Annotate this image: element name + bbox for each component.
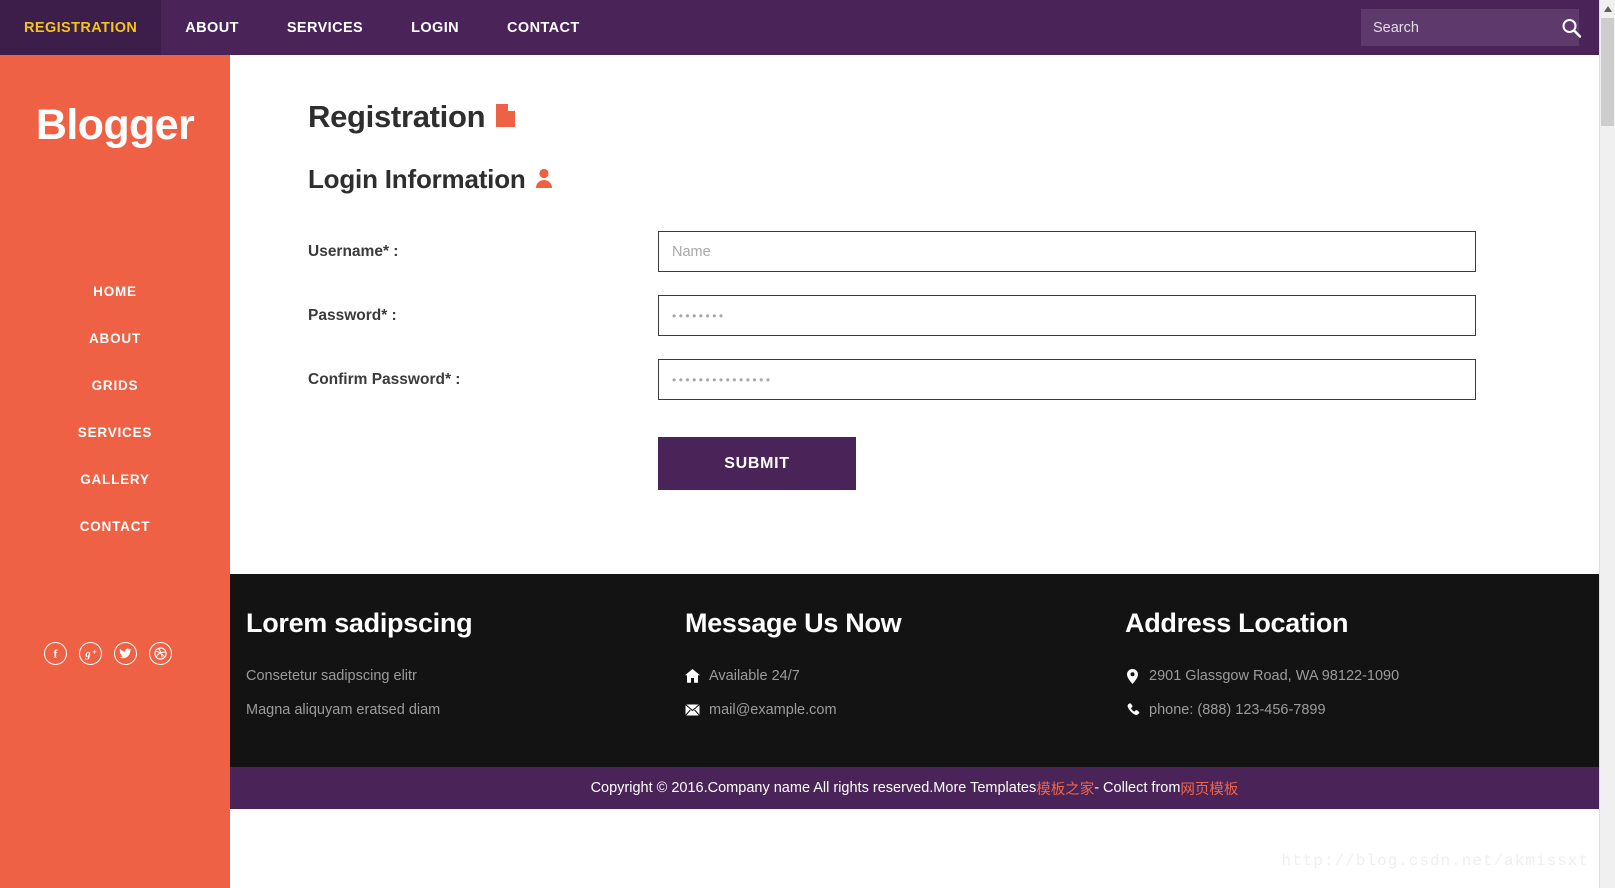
confirm-password-input[interactable] [658, 359, 1476, 400]
phone-icon [1125, 703, 1140, 717]
watermark-text: http://blog.csdn.net/akmissxt [1281, 852, 1589, 870]
social-links: f g + [44, 642, 172, 665]
vertical-scrollbar[interactable] [1599, 0, 1615, 888]
sidebar-item-label: SERVICES [77, 425, 153, 440]
sidebar-item-services[interactable]: SERVICES [0, 409, 230, 456]
form-row-password: Password* : [308, 295, 1533, 336]
svg-text:+: + [92, 648, 97, 657]
sidebar-item-gallery[interactable]: GALLERY [0, 456, 230, 503]
file-icon [496, 99, 516, 135]
section-subtitle-text: Login Information [308, 164, 526, 194]
top-nav-label: SERVICES [286, 19, 364, 36]
footer-heading: Lorem sadipscing [246, 608, 473, 638]
form-row-username: Username* : [308, 231, 1533, 272]
top-nav-item-services[interactable]: SERVICES [263, 0, 387, 55]
top-nav-label: CONTACT [507, 19, 580, 36]
username-input[interactable] [658, 231, 1476, 272]
top-nav-item-registration[interactable]: REGISTRATION [0, 0, 162, 55]
home-icon [685, 669, 700, 683]
top-nav-items: REGISTRATION ABOUT SERVICES LOGIN CONTAC… [0, 0, 604, 55]
password-input[interactable] [658, 295, 1476, 336]
top-nav-label: REGISTRATION [24, 19, 138, 36]
submit-row: SUBMIT [308, 437, 1533, 490]
sidebar-item-label: GALLERY [80, 472, 150, 487]
footer-line: Magna aliquyam eratsed diam [246, 702, 685, 718]
footer-column-message: Message Us Now Available 24/7 mail@examp… [685, 608, 1125, 767]
form-row-confirm-password: Confirm Password* : [308, 359, 1533, 400]
footer-line: 2901 Glassgow Road, WA 98122-1090 [1125, 668, 1599, 684]
copyright-link-webtemplates[interactable]: 网页模板 [1180, 778, 1238, 799]
top-nav-spacer [604, 0, 1361, 55]
svg-text:g: g [84, 649, 90, 660]
footer-line[interactable]: mail@example.com [685, 702, 1125, 718]
copyright-prefix: Copyright © 2016.Company name All rights… [590, 780, 1037, 796]
user-icon [535, 164, 553, 195]
sidebar: Blogger HOME ABOUT GRIDS SERVICES GALLER… [0, 55, 230, 888]
footer-line: phone: (888) 123-456-7899 [1125, 702, 1599, 718]
search-icon[interactable] [1560, 17, 1582, 39]
sidebar-menu: HOME ABOUT GRIDS SERVICES GALLERY CONTAC… [0, 268, 230, 550]
page-title-text: Registration [308, 99, 486, 134]
copyright-bar: Copyright © 2016.Company name All rights… [230, 767, 1599, 809]
sidebar-item-grids[interactable]: GRIDS [0, 362, 230, 409]
footer-line-text: mail@example.com [709, 702, 837, 718]
search-input[interactable] [1373, 19, 1560, 36]
footer-line: Consetetur sadipscing elitr [246, 668, 685, 684]
footer-line-text: Available 24/7 [709, 668, 800, 684]
scroll-up-arrow-icon[interactable] [1600, 0, 1615, 17]
sidebar-item-home[interactable]: HOME [0, 268, 230, 315]
svg-text:f: f [54, 647, 59, 660]
scrollbar-thumb[interactable] [1601, 18, 1614, 126]
twitter-icon[interactable] [114, 642, 137, 665]
sidebar-item-label: CONTACT [79, 519, 151, 534]
username-label: Username* : [308, 242, 399, 260]
dribbble-icon[interactable] [149, 642, 172, 665]
registration-form: Username* : Password* : Confirm Password… [308, 231, 1533, 490]
sidebar-item-label: HOME [93, 284, 137, 299]
footer-line: Available 24/7 [685, 668, 1125, 684]
top-nav-item-login[interactable]: LOGIN [387, 0, 483, 55]
footer-line-text: Consetetur sadipscing elitr [246, 668, 417, 684]
facebook-icon[interactable]: f [44, 642, 67, 665]
footer-line-text: Magna aliquyam eratsed diam [246, 702, 441, 718]
footer-line-text: phone: (888) 123-456-7899 [1149, 702, 1326, 718]
page-root: REGISTRATION ABOUT SERVICES LOGIN CONTAC… [0, 0, 1615, 888]
main-content: Registration Login Information Username*… [230, 55, 1599, 574]
sidebar-item-about[interactable]: ABOUT [0, 315, 230, 362]
sidebar-item-label: ABOUT [89, 331, 141, 346]
top-nav-label: LOGIN [411, 19, 460, 36]
section-subtitle: Login Information [308, 164, 1533, 195]
top-nav-label: ABOUT [185, 19, 239, 36]
search-box[interactable] [1361, 9, 1582, 46]
google-plus-icon[interactable]: g + [79, 642, 102, 665]
footer-column-address: Address Location 2901 Glassgow Road, WA … [1125, 608, 1599, 767]
sidebar-item-label: GRIDS [91, 378, 139, 393]
footer-column-lorem: Lorem sadipscing Consetetur sadipscing e… [230, 608, 685, 767]
footer-heading: Address Location [1125, 608, 1349, 638]
sidebar-item-contact[interactable]: CONTACT [0, 503, 230, 550]
footer-heading: Message Us Now [685, 608, 902, 638]
submit-button[interactable]: SUBMIT [658, 437, 856, 490]
footer: Lorem sadipscing Consetetur sadipscing e… [230, 574, 1599, 767]
copyright-middle: - Collect from [1094, 780, 1181, 796]
top-navigation-bar: REGISTRATION ABOUT SERVICES LOGIN CONTAC… [0, 0, 1599, 55]
site-logo[interactable]: Blogger [0, 101, 230, 150]
footer-line-text: 2901 Glassgow Road, WA 98122-1090 [1149, 668, 1400, 684]
password-label: Password* : [308, 306, 397, 324]
confirm-password-label: Confirm Password* : [308, 370, 461, 388]
envelope-icon [685, 704, 700, 716]
copyright-link-templates[interactable]: 模板之家 [1036, 778, 1094, 799]
bottom-blank-area [230, 809, 1599, 888]
top-nav-item-contact[interactable]: CONTACT [483, 0, 604, 55]
top-nav-item-about[interactable]: ABOUT [161, 0, 263, 55]
map-pin-icon [1125, 668, 1140, 684]
page-title: Registration [308, 99, 1533, 135]
